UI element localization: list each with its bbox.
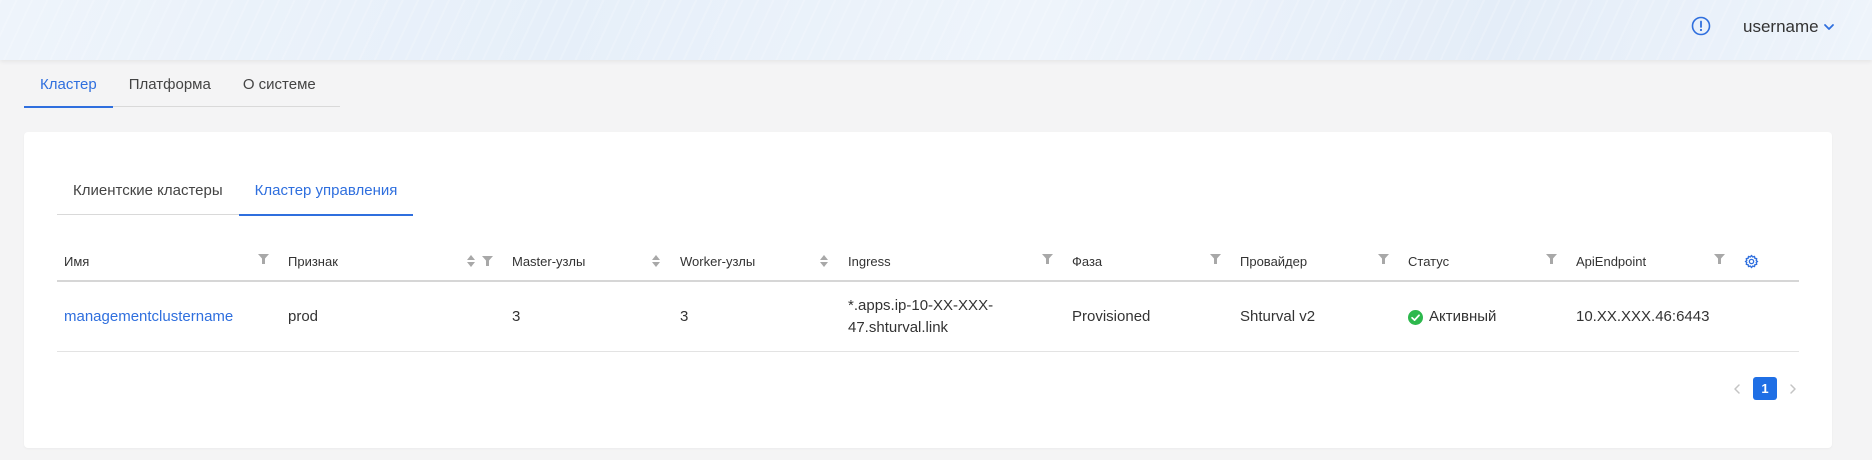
column-label: Имя <box>64 253 90 269</box>
cell-tag: prod <box>288 308 319 325</box>
column-header-provider[interactable]: Провайдер <box>1233 240 1401 282</box>
cell-api-endpoint: 10.XX.XXX.46:6443 <box>1576 308 1710 325</box>
column-header-ingress[interactable]: Ingress <box>841 240 1065 282</box>
cell-master-nodes: 3 <box>512 308 521 325</box>
column-label: Провайдер <box>1240 253 1308 269</box>
column-header-master-nodes[interactable]: Master-узлы <box>505 240 673 282</box>
cell-ingress: *.apps.ip-10-XX-XXX-47.shturval.link <box>848 297 994 336</box>
column-header-tag[interactable]: Признак <box>281 240 505 282</box>
filter-icon[interactable] <box>258 254 269 264</box>
cell-worker-nodes: 3 <box>680 308 689 325</box>
filter-icon[interactable] <box>482 256 493 266</box>
cell-provider: Shturval v2 <box>1240 308 1316 325</box>
column-header-api-endpoint[interactable]: ApiEndpoint <box>1569 240 1737 282</box>
column-header-name[interactable]: Имя <box>57 240 281 282</box>
tab-platform[interactable]: Платформа <box>113 62 227 107</box>
pagination: 1 <box>1731 377 1799 400</box>
column-label: Master-узлы <box>512 253 586 269</box>
column-label: Ingress <box>848 253 891 269</box>
clusters-table: Имя Признак Master-узлы Worker-узлы Ingr… <box>57 240 1799 352</box>
check-circle-icon <box>1408 309 1423 325</box>
app-header: username <box>0 0 1872 60</box>
filter-icon[interactable] <box>1714 254 1725 264</box>
header-decoration <box>0 0 1872 60</box>
tab-about-system[interactable]: О системе <box>227 62 332 107</box>
cell-phase: Provisioned <box>1072 308 1151 325</box>
column-header-worker-nodes[interactable]: Worker-узлы <box>673 240 841 282</box>
content-card: Клиентские кластеры Кластер управления И… <box>24 132 1832 448</box>
chevron-right-icon[interactable] <box>1787 383 1799 395</box>
filter-icon[interactable] <box>1042 254 1053 264</box>
filter-icon[interactable] <box>1210 254 1221 264</box>
filter-icon[interactable] <box>1546 254 1557 264</box>
alert-icon[interactable] <box>1691 16 1711 36</box>
table-header: Имя Признак Master-узлы Worker-узлы Ingr… <box>57 240 1799 282</box>
chevron-left-icon[interactable] <box>1731 383 1743 395</box>
sort-icon[interactable] <box>651 254 661 268</box>
column-header-status[interactable]: Статус <box>1401 240 1569 282</box>
gear-icon[interactable] <box>1744 254 1759 269</box>
cluster-subtabs: Клиентские кластеры Кластер управления <box>57 172 414 216</box>
column-label: Признак <box>288 253 338 269</box>
cell-status: Активный <box>1401 282 1569 352</box>
main-tabs: Кластер Платформа О системе <box>24 62 340 108</box>
status-label: Активный <box>1429 308 1497 325</box>
page-button-current[interactable]: 1 <box>1753 377 1777 400</box>
tab-client-clusters[interactable]: Клиентские кластеры <box>57 172 239 215</box>
sort-icon[interactable] <box>466 254 476 268</box>
column-label: Фаза <box>1072 253 1103 269</box>
column-label: Статус <box>1408 253 1450 269</box>
sort-icon[interactable] <box>819 254 829 268</box>
tab-cluster[interactable]: Кластер <box>24 62 113 108</box>
tab-management-cluster[interactable]: Кластер управления <box>238 172 414 216</box>
chevron-down-icon <box>1823 24 1834 30</box>
filter-icon[interactable] <box>1378 254 1389 264</box>
user-menu[interactable]: username <box>1743 17 1835 37</box>
cluster-name-link[interactable]: managementclustername <box>57 282 281 352</box>
column-label: Worker-узлы <box>680 253 756 269</box>
table-row[interactable]: managementclustername prod 3 3 *.apps.ip… <box>57 282 1799 352</box>
column-label: ApiEndpoint <box>1576 253 1647 269</box>
column-header-phase[interactable]: Фаза <box>1065 240 1233 282</box>
username-label: username <box>1743 17 1819 36</box>
